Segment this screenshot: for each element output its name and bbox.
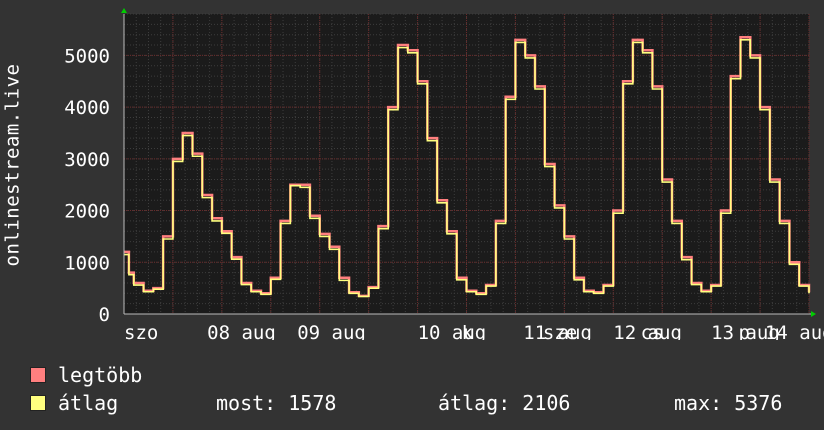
stat-average: átlag: 2106	[438, 390, 570, 416]
stat-now-value: 1578	[288, 391, 337, 415]
stat-max-value: 5376	[734, 391, 783, 415]
x-tick-label: 10 aug	[418, 322, 487, 340]
y-tick-label: 3000	[64, 149, 110, 171]
x-tick-label: k	[462, 322, 474, 340]
y-axis-arrow-icon	[121, 8, 127, 13]
stat-average-label: átlag:	[438, 391, 511, 415]
x-tick-label: p	[739, 322, 750, 340]
x-tick-label: 09 aug	[297, 322, 366, 340]
stat-average-value: 2106	[522, 391, 571, 415]
y-tick-label: 4000	[64, 97, 110, 119]
stat-now: most: 1578	[216, 390, 336, 416]
stat-now-label: most:	[216, 391, 277, 415]
x-axis-arrow-icon	[811, 311, 816, 317]
stat-max: max: 5376	[674, 390, 782, 416]
chart: 0 1000 2000 3000 4000 5000 szo 08 aug 09 aug 10 …	[64, 8, 824, 340]
legend-swatch-avg	[30, 395, 46, 411]
y-tick-label: 1000	[64, 252, 110, 274]
legend-swatch-max	[30, 367, 46, 383]
y-tick-label: 2000	[64, 201, 110, 223]
y-axis-label-text: onlinestream.live	[1, 63, 23, 267]
x-tick-label: 14 aug	[765, 322, 824, 340]
y-tick-labels: 0 1000 2000 3000 4000 5000	[64, 45, 110, 326]
stat-max-label: max:	[674, 391, 723, 415]
legend-item-avg: átlag most: 1578 átlag: 2106 max: 5376	[30, 390, 820, 416]
y-tick-label: 0	[99, 304, 110, 326]
x-tick-label: sze	[543, 322, 577, 340]
y-axis-label: onlinestream.live	[0, 0, 24, 330]
x-tick-label: 08 aug	[207, 322, 276, 340]
x-tick-label: szo	[124, 322, 158, 340]
x-tick-label: cs	[641, 322, 664, 340]
legend-label-max: legtöbb	[58, 363, 143, 387]
y-tick-label: 5000	[64, 45, 110, 67]
x-tick-labels: szo 08 aug 09 aug 10 augk 11 augsze 12 augcs 1…	[124, 322, 824, 340]
legend-label-avg: átlag	[58, 391, 119, 415]
